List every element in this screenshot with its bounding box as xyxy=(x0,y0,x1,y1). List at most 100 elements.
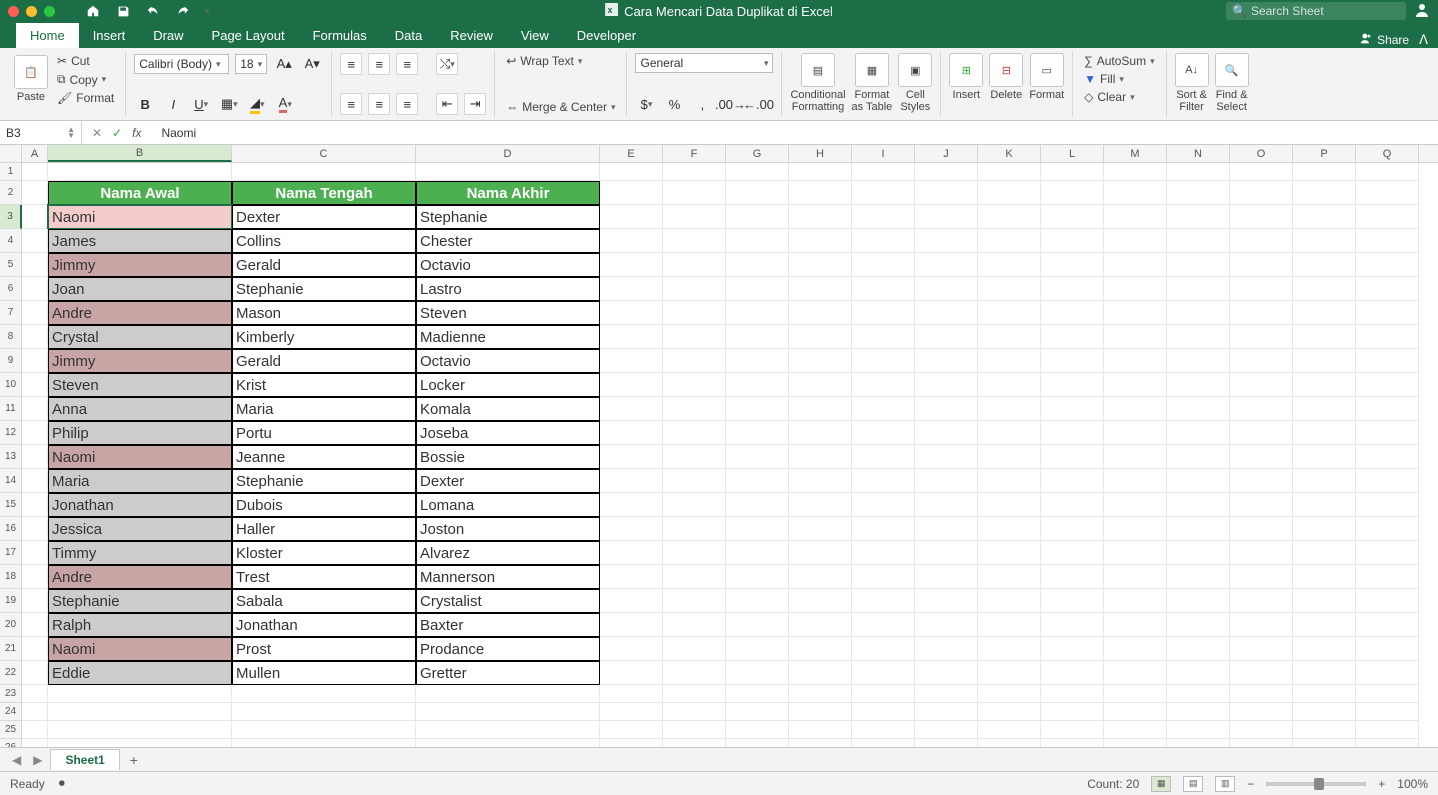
cell-N25[interactable] xyxy=(1167,721,1230,739)
cell-G20[interactable] xyxy=(726,613,789,637)
cell-I11[interactable] xyxy=(852,397,915,421)
cell-K20[interactable] xyxy=(978,613,1041,637)
cell-O13[interactable] xyxy=(1230,445,1293,469)
cell-G3[interactable] xyxy=(726,205,789,229)
font-size-select[interactable]: 18▾ xyxy=(235,54,267,74)
cell-F17[interactable] xyxy=(663,541,726,565)
row-header-21[interactable]: 21 xyxy=(0,637,22,661)
cell-I19[interactable] xyxy=(852,589,915,613)
cell-I2[interactable] xyxy=(852,181,915,205)
zoom-out-button[interactable]: − xyxy=(1247,777,1254,791)
cell-F8[interactable] xyxy=(663,325,726,349)
collapse-ribbon-icon[interactable]: ᐱ xyxy=(1419,32,1428,48)
cell-H7[interactable] xyxy=(789,301,852,325)
cell-I23[interactable] xyxy=(852,685,915,703)
cell-M10[interactable] xyxy=(1104,373,1167,397)
cell-K4[interactable] xyxy=(978,229,1041,253)
row-header-7[interactable]: 7 xyxy=(0,301,22,325)
row-header-25[interactable]: 25 xyxy=(0,721,22,739)
cell-N15[interactable] xyxy=(1167,493,1230,517)
cell-F9[interactable] xyxy=(663,349,726,373)
cell-H17[interactable] xyxy=(789,541,852,565)
insert-cells-button[interactable]: ⊞Insert xyxy=(949,53,983,101)
cell-B18[interactable]: Andre xyxy=(48,565,232,589)
cell-M9[interactable] xyxy=(1104,349,1167,373)
cell-A2[interactable] xyxy=(22,181,48,205)
font-name-select[interactable]: Calibri (Body)▾ xyxy=(134,54,229,74)
cell-P13[interactable] xyxy=(1293,445,1356,469)
cell-L14[interactable] xyxy=(1041,469,1104,493)
cell-Q21[interactable] xyxy=(1356,637,1419,661)
column-header-J[interactable]: J xyxy=(915,145,978,162)
cell-L23[interactable] xyxy=(1041,685,1104,703)
cell-P15[interactable] xyxy=(1293,493,1356,517)
cell-J13[interactable] xyxy=(915,445,978,469)
cell-Q17[interactable] xyxy=(1356,541,1419,565)
cell-A20[interactable] xyxy=(22,613,48,637)
cell-E14[interactable] xyxy=(600,469,663,493)
cell-N19[interactable] xyxy=(1167,589,1230,613)
cell-H25[interactable] xyxy=(789,721,852,739)
cell-E23[interactable] xyxy=(600,685,663,703)
cell-G14[interactable] xyxy=(726,469,789,493)
cell-B23[interactable] xyxy=(48,685,232,703)
cell-L22[interactable] xyxy=(1041,661,1104,685)
cell-I9[interactable] xyxy=(852,349,915,373)
find-select-button[interactable]: 🔍Find & Select xyxy=(1215,53,1249,113)
cell-K1[interactable] xyxy=(978,163,1041,181)
fill-color-button[interactable]: ◢▾ xyxy=(246,93,268,115)
cell-C19[interactable]: Sabala xyxy=(232,589,416,613)
cell-O24[interactable] xyxy=(1230,703,1293,721)
cell-C18[interactable]: Trest xyxy=(232,565,416,589)
cell-J6[interactable] xyxy=(915,277,978,301)
row-header-10[interactable]: 10 xyxy=(0,373,22,397)
cell-M15[interactable] xyxy=(1104,493,1167,517)
cell-E8[interactable] xyxy=(600,325,663,349)
cell-H8[interactable] xyxy=(789,325,852,349)
cell-C8[interactable]: Kimberly xyxy=(232,325,416,349)
cell-F1[interactable] xyxy=(663,163,726,181)
decrease-indent-button[interactable]: ⇤ xyxy=(436,93,458,115)
cell-D2[interactable]: Nama Akhir xyxy=(416,181,600,205)
cell-M19[interactable] xyxy=(1104,589,1167,613)
cell-N22[interactable] xyxy=(1167,661,1230,685)
cell-I22[interactable] xyxy=(852,661,915,685)
minimize-window-button[interactable] xyxy=(26,6,37,17)
cell-B19[interactable]: Stephanie xyxy=(48,589,232,613)
cell-B10[interactable]: Steven xyxy=(48,373,232,397)
format-cells-button[interactable]: ▭Format xyxy=(1029,53,1064,101)
column-header-E[interactable]: E xyxy=(600,145,663,162)
cell-G22[interactable] xyxy=(726,661,789,685)
cell-J22[interactable] xyxy=(915,661,978,685)
cell-C23[interactable] xyxy=(232,685,416,703)
cell-M7[interactable] xyxy=(1104,301,1167,325)
row-header-17[interactable]: 17 xyxy=(0,541,22,565)
row-header-22[interactable]: 22 xyxy=(0,661,22,685)
cell-L12[interactable] xyxy=(1041,421,1104,445)
cell-P5[interactable] xyxy=(1293,253,1356,277)
cell-J11[interactable] xyxy=(915,397,978,421)
cell-F22[interactable] xyxy=(663,661,726,685)
cell-F6[interactable] xyxy=(663,277,726,301)
cell-H24[interactable] xyxy=(789,703,852,721)
increase-indent-button[interactable]: ⇥ xyxy=(464,93,486,115)
cell-K19[interactable] xyxy=(978,589,1041,613)
column-header-B[interactable]: B xyxy=(48,145,232,162)
cell-L8[interactable] xyxy=(1041,325,1104,349)
cell-P23[interactable] xyxy=(1293,685,1356,703)
cell-C7[interactable]: Mason xyxy=(232,301,416,325)
view-page-break-button[interactable]: ▥ xyxy=(1215,776,1235,792)
underline-button[interactable]: U▾ xyxy=(190,93,212,115)
currency-button[interactable]: $▾ xyxy=(635,93,657,115)
cell-D14[interactable]: Dexter xyxy=(416,469,600,493)
cell-N18[interactable] xyxy=(1167,565,1230,589)
cell-A5[interactable] xyxy=(22,253,48,277)
clear-button[interactable]: ◇Clear▾ xyxy=(1081,89,1157,105)
cell-Q15[interactable] xyxy=(1356,493,1419,517)
cell-O2[interactable] xyxy=(1230,181,1293,205)
cell-C5[interactable]: Gerald xyxy=(232,253,416,277)
cell-B22[interactable]: Eddie xyxy=(48,661,232,685)
cell-C2[interactable]: Nama Tengah xyxy=(232,181,416,205)
cell-F7[interactable] xyxy=(663,301,726,325)
cell-D1[interactable] xyxy=(416,163,600,181)
